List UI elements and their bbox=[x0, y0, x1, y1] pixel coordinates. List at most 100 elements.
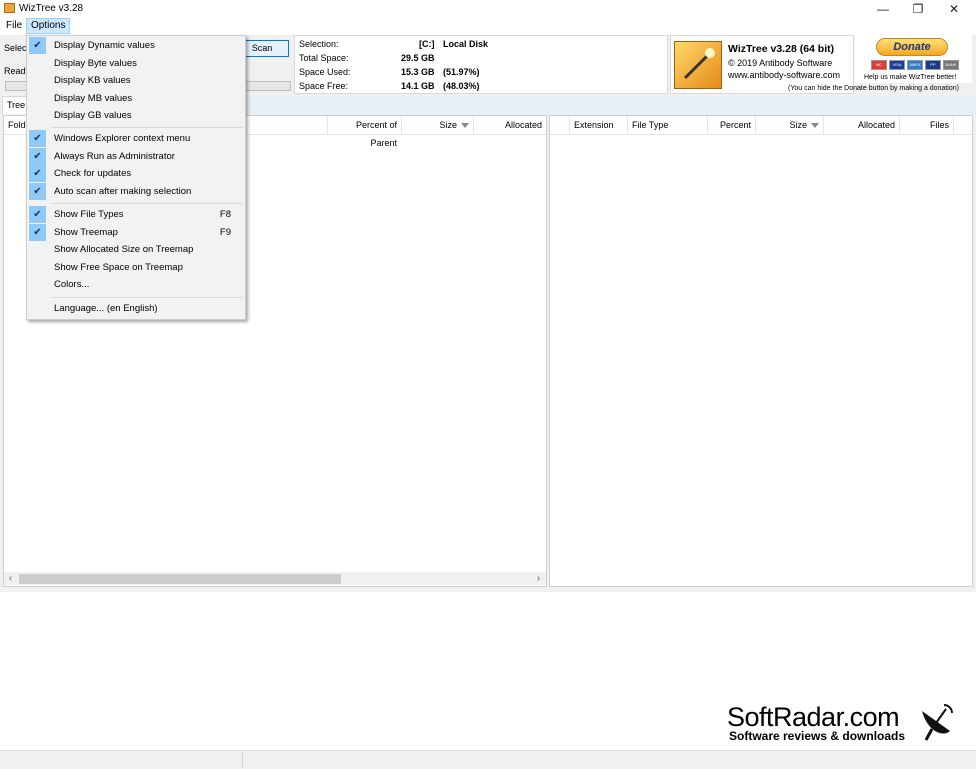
minimize-button[interactable]: — bbox=[867, 0, 899, 18]
options-menu-item-windows-explorer-context-menu[interactable]: ✔ Windows Explorer context menu bbox=[27, 130, 245, 147]
options-menu-item-auto-scan-after-making-selection[interactable]: ✔ Auto scan after making selection bbox=[27, 183, 245, 200]
checkmark-icon: ✔ bbox=[29, 130, 46, 147]
column-files[interactable]: Files bbox=[900, 116, 954, 134]
visa-icon: VISA bbox=[889, 60, 905, 70]
options-menu-item-show-file-types[interactable]: ✔ Show File Types F8 bbox=[27, 206, 245, 223]
options-menu-item-display-byte-values[interactable]: Display Byte values bbox=[27, 55, 245, 72]
space-used-label: Space Used: bbox=[299, 67, 351, 77]
options-menu-item-always-run-as-administrator[interactable]: ✔ Always Run as Administrator bbox=[27, 148, 245, 165]
satellite-dish-icon bbox=[922, 704, 953, 741]
menu-file[interactable]: File bbox=[2, 18, 26, 34]
menu-item-label: Show Allocated Size on Treemap bbox=[54, 244, 194, 255]
bank-icon: BANK bbox=[943, 60, 959, 70]
tree-horizontal-scrollbar[interactable]: ‹ › bbox=[4, 572, 546, 585]
checkmark-icon: ✔ bbox=[29, 165, 46, 182]
file-types-pane: Extension File Type Percent Size Allocat… bbox=[549, 115, 973, 587]
menu-separator bbox=[51, 127, 243, 128]
menu-item-label: Display MB values bbox=[54, 93, 133, 104]
about-copyright: © 2019 Antibody Software bbox=[728, 58, 833, 68]
options-menu-item-display-kb-values[interactable]: Display KB values bbox=[27, 72, 245, 89]
column-file-type[interactable]: File Type bbox=[628, 116, 708, 134]
space-free-percent: (48.03%) bbox=[443, 81, 480, 91]
menu-separator bbox=[51, 203, 243, 204]
total-space-label: Total Space: bbox=[299, 53, 349, 63]
selection-drive: [C:] bbox=[419, 39, 435, 49]
options-menu-item-show-treemap[interactable]: ✔ Show Treemap F9 bbox=[27, 224, 245, 241]
checkmark-icon: ✔ bbox=[29, 206, 46, 223]
options-menu-item-colors[interactable]: Colors... bbox=[27, 276, 245, 293]
options-dropdown-menu: ✔ Display Dynamic values Display Byte valu… bbox=[26, 35, 246, 320]
selection-label: Selection: bbox=[299, 39, 339, 49]
status-bar bbox=[0, 750, 976, 769]
column-allocated[interactable]: Allocated bbox=[474, 116, 546, 134]
selection-drive-name: Local Disk bbox=[443, 39, 489, 49]
space-free-label: Space Free: bbox=[299, 81, 349, 91]
checkmark-icon: ✔ bbox=[29, 224, 46, 241]
options-menu-item-language-en-english[interactable]: Language... (en English) bbox=[27, 300, 245, 317]
checkmark-icon: ✔ bbox=[29, 148, 46, 165]
amex-icon: AMEX bbox=[907, 60, 923, 70]
menu-options[interactable]: Options bbox=[26, 18, 71, 34]
sort-desc-icon bbox=[461, 123, 469, 129]
menu-item-label: Display Dynamic values bbox=[54, 40, 155, 51]
column-size[interactable]: Size bbox=[402, 116, 474, 134]
window-title: WizTree v3.28 bbox=[19, 3, 84, 14]
column-size-label: Size bbox=[439, 120, 457, 130]
paypal-icon: PP bbox=[925, 60, 941, 70]
menu-item-label: Always Run as Administrator bbox=[54, 151, 175, 162]
menu-separator bbox=[51, 297, 243, 298]
disk-info-panel: Selection: [C:] Local Disk Total Space: … bbox=[294, 35, 668, 94]
menu-item-label: Language... (en English) bbox=[54, 303, 158, 314]
menu-item-label: Display KB values bbox=[54, 75, 131, 86]
sort-desc-icon bbox=[811, 123, 819, 129]
close-button[interactable]: ✕ bbox=[938, 0, 970, 18]
wiztree-logo-icon bbox=[674, 41, 722, 89]
watermark-tagline: Software reviews & downloads bbox=[729, 729, 906, 743]
options-menu-item-display-gb-values[interactable]: Display GB values bbox=[27, 107, 245, 124]
about-url[interactable]: www.antibody-software.com bbox=[728, 70, 840, 80]
restore-button[interactable]: ❐ bbox=[902, 0, 934, 18]
column-percent[interactable]: Percent bbox=[708, 116, 756, 134]
column-extension[interactable]: Extension bbox=[570, 116, 628, 134]
app-icon bbox=[4, 3, 15, 13]
menu-item-shortcut: F8 bbox=[219, 209, 231, 220]
wand-icon bbox=[683, 48, 715, 80]
scroll-left-icon[interactable]: ‹ bbox=[4, 572, 17, 585]
title-bar: WizTree v3.28 — ❐ ✕ bbox=[0, 0, 976, 18]
total-space-value: 29.5 GB bbox=[401, 53, 435, 63]
menu-item-label: Display Byte values bbox=[54, 58, 137, 69]
options-menu-item-display-mb-values[interactable]: Display MB values bbox=[27, 90, 245, 107]
scroll-thumb[interactable] bbox=[19, 574, 341, 584]
scroll-right-icon[interactable]: › bbox=[532, 572, 545, 585]
menu-item-label: Show Free Space on Treemap bbox=[54, 262, 183, 273]
donate-button[interactable]: Donate bbox=[876, 38, 948, 56]
options-menu-item-show-free-space-on-treemap[interactable]: Show Free Space on Treemap bbox=[27, 259, 245, 276]
about-title: WizTree v3.28 (64 bit) bbox=[728, 43, 835, 55]
options-menu-item-display-dynamic-values[interactable]: ✔ Display Dynamic values bbox=[27, 37, 245, 54]
column-icon bbox=[550, 116, 570, 134]
column-ext-allocated[interactable]: Allocated bbox=[824, 116, 900, 134]
options-menu-item-check-for-updates[interactable]: ✔ Check for updates bbox=[27, 165, 245, 182]
menu-item-label: Auto scan after making selection bbox=[54, 186, 192, 197]
column-ext-size[interactable]: Size bbox=[756, 116, 824, 134]
options-menu-item-show-allocated-size-on-treemap[interactable]: Show Allocated Size on Treemap bbox=[27, 241, 245, 258]
menu-item-label: Display GB values bbox=[54, 110, 132, 121]
menu-item-shortcut: F9 bbox=[219, 227, 231, 238]
donate-caption: Help us make WizTree better! bbox=[864, 74, 957, 81]
menu-item-label: Show Treemap bbox=[54, 227, 118, 238]
menu-item-label: Check for updates bbox=[54, 168, 132, 179]
column-percent-of-parent[interactable]: Percent of Parent bbox=[328, 116, 402, 148]
checkmark-icon: ✔ bbox=[29, 37, 46, 54]
checkmark-icon: ✔ bbox=[29, 183, 46, 200]
space-used-value: 15.3 GB bbox=[401, 67, 435, 77]
menu-item-label: Show File Types bbox=[54, 209, 124, 220]
menu-item-label: Colors... bbox=[54, 279, 90, 290]
space-free-value: 14.1 GB bbox=[401, 81, 435, 91]
donate-note: (You can hide the Donate button by makin… bbox=[788, 85, 959, 92]
menu-item-label: Windows Explorer context menu bbox=[54, 133, 191, 144]
file-types-header: Extension File Type Percent Size Allocat… bbox=[550, 116, 972, 135]
column-ext-size-label: Size bbox=[789, 120, 807, 130]
space-used-percent: (51.97%) bbox=[443, 67, 480, 77]
menu-bar: File Options bbox=[0, 18, 976, 35]
status-divider bbox=[242, 753, 243, 767]
